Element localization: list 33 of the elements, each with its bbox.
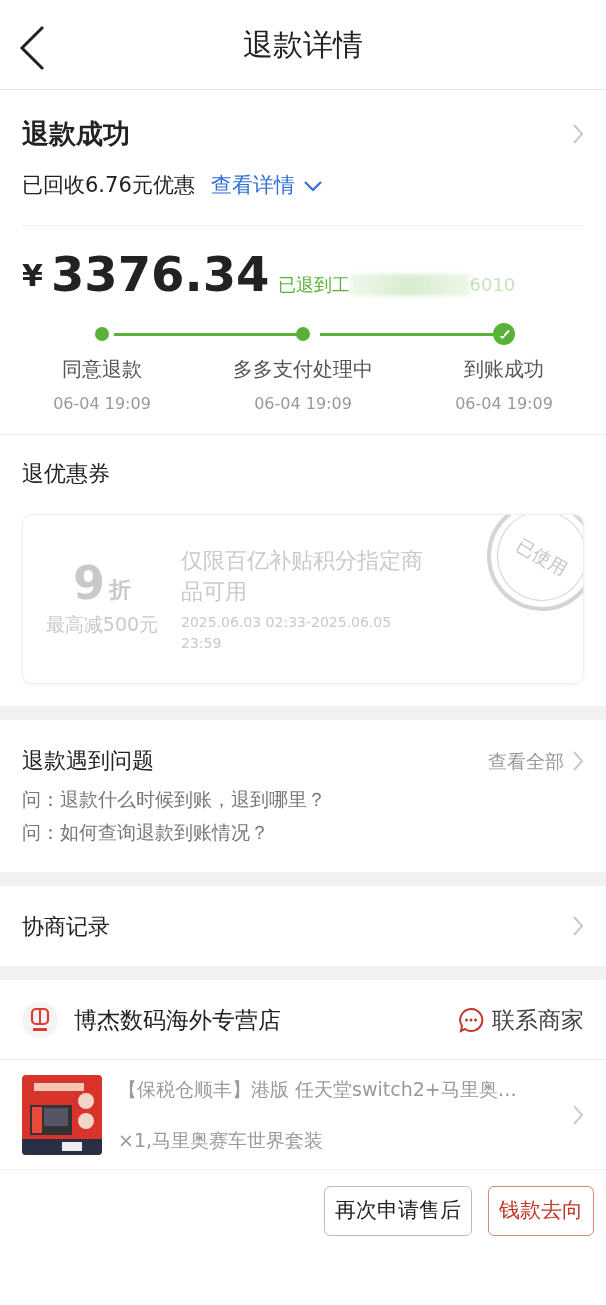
view-all-link[interactable]: 查看全部 [488,746,584,776]
section-title: 协商记录 [22,913,110,941]
step-time: 06-04 19:09 [455,393,553,416]
chat-icon[interactable] [458,1007,484,1033]
product-spec: ×1,马里奥赛车世界套装 [118,1128,325,1154]
faq-question[interactable]: 问：退款什么时候到账，退到哪里？ [22,785,584,814]
step-time: 06-04 19:09 [254,393,352,416]
section-title: 退优惠券 [22,460,111,489]
step-label: 到账成功 [464,356,544,384]
currency-symbol: ¥ [22,257,43,296]
store-name: 博杰数码海外专营店 [74,1005,281,1035]
step-label: 多多支付处理中 [233,356,373,384]
view-details-link[interactable]: 查看详情 [210,170,323,202]
status-title: 退款成功 [22,117,130,151]
contact-merchant-link[interactable]: 联系商家 [458,1002,584,1038]
store-logo-icon [22,1002,58,1038]
product-title: 【保税仓顺丰】港版 任天堂switch2+马里奥… [118,1077,518,1102]
faq-question[interactable]: 问：如何查询退款到账情况？ [22,818,584,847]
used-stamp: 已使用 [487,515,583,612]
back-icon[interactable] [18,24,46,72]
money-flow-button[interactable]: 钱款去向 [488,1186,594,1236]
step-label: 同意退款 [62,356,142,384]
refund-amount: 3376.34 [50,250,270,299]
chevron-down-icon[interactable] [302,179,323,192]
chevron-icon[interactable] [572,915,584,938]
refund-destination-text: 已退到工 6010 [277,272,516,298]
chevron-icon[interactable] [572,750,584,772]
step-time: 06-04 19:09 [53,393,151,416]
section-title: 退款遇到问题 [22,747,154,776]
recovered-discount-text: 已回收6.76元优惠 [22,172,195,199]
page-title: 退款详情 [243,26,363,64]
reapply-button[interactable]: 再次申请售后 [324,1186,472,1236]
chevron-icon[interactable] [572,123,584,145]
